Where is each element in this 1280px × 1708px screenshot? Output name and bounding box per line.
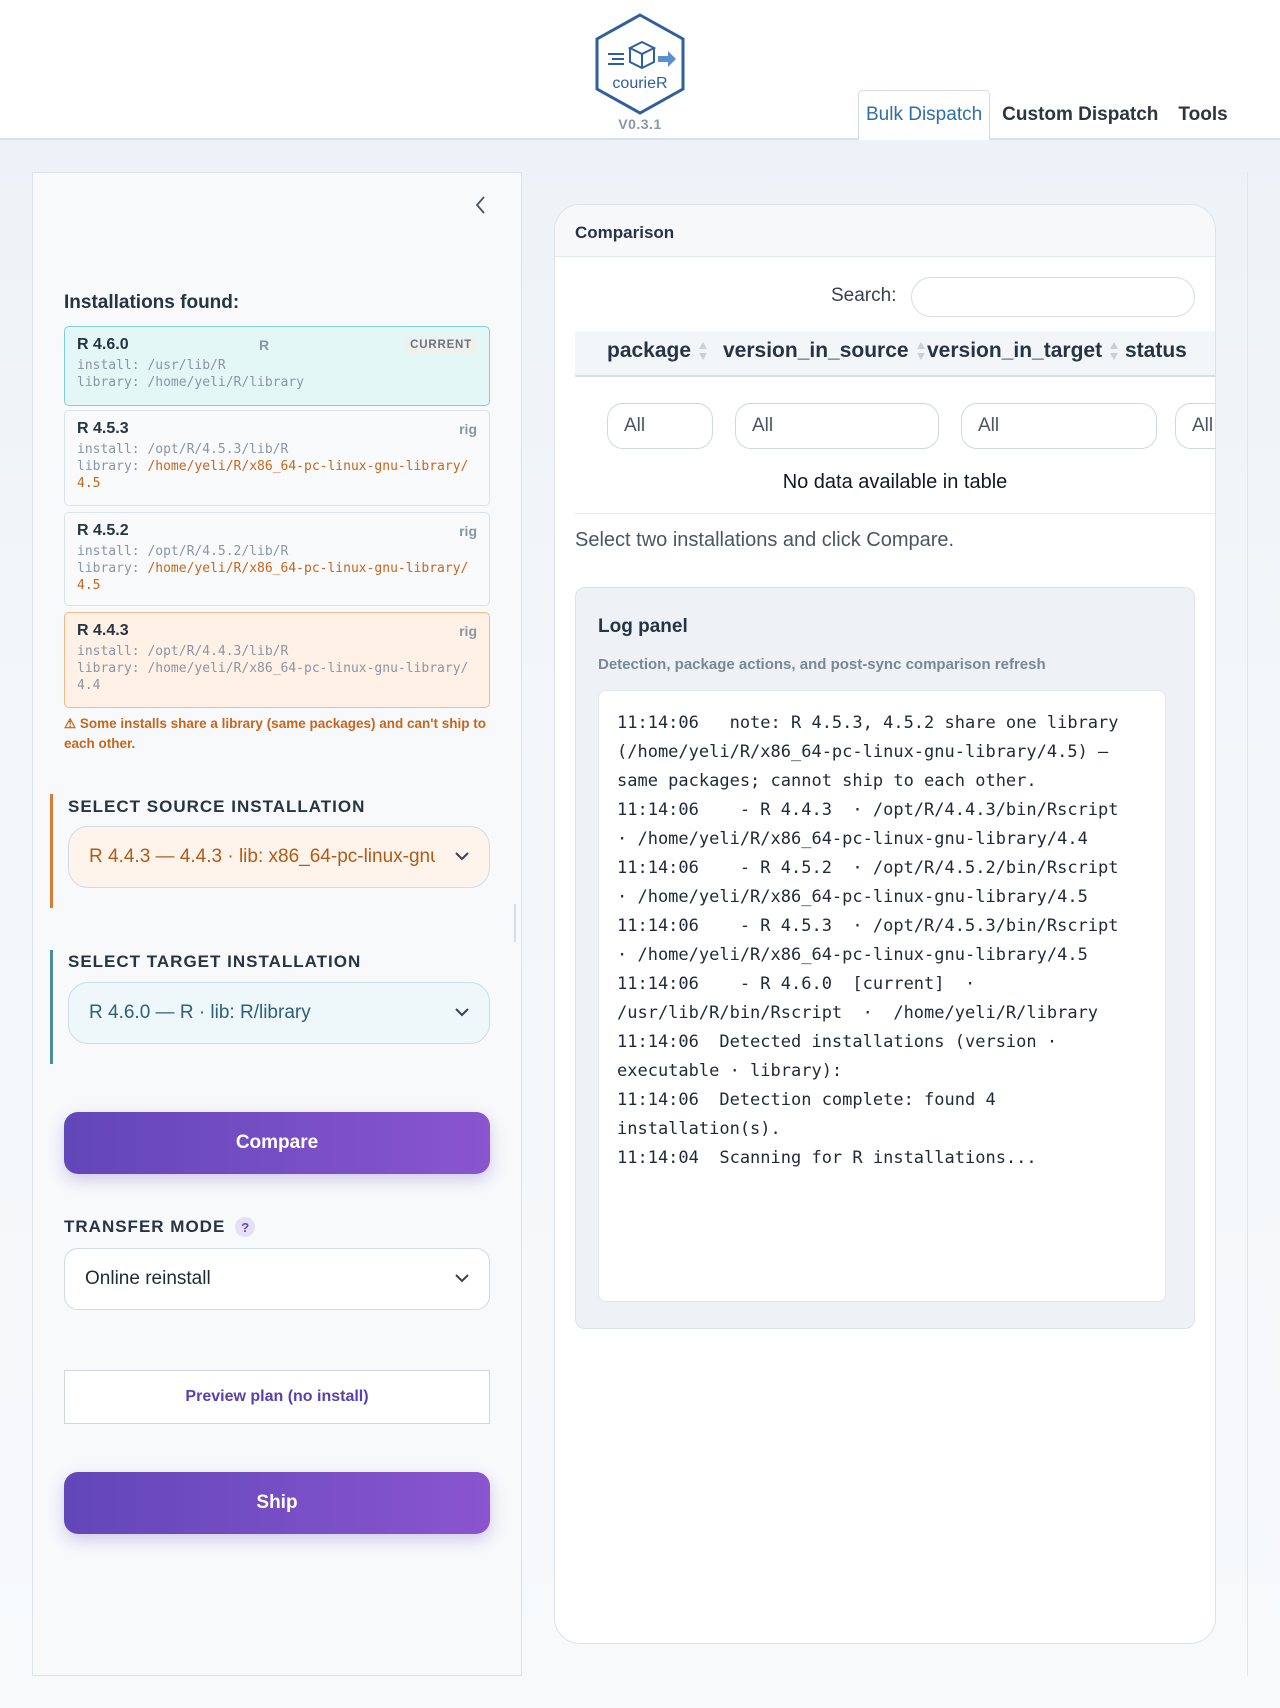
target-installation-label: SELECT TARGET INSTALLATION [68, 952, 362, 971]
ship-button[interactable]: Ship [64, 1472, 490, 1534]
transfer-mode-select[interactable]: Online reinstall [64, 1248, 490, 1310]
empty-table-message: No data available in table [782, 471, 1008, 493]
source-installation-label: SELECT SOURCE INSTALLATION [68, 797, 366, 816]
installation-library-path: library: /home/yeli/R/x86_64-pc-linux-gn… [77, 459, 469, 491]
chevron-down-icon [455, 852, 469, 861]
log-line: 11:14:06 - R 4.5.3 · /opt/R/4.5.3/bin/Rs… [617, 916, 1139, 965]
column-header-version-in-source[interactable]: version_in_source [723, 339, 926, 363]
app-version: V0.3.1 [618, 116, 662, 132]
log-line: 11:14:06 - R 4.6.0 [current] · /usr/lib/… [617, 974, 1099, 1023]
tab-tools[interactable]: Tools [1170, 90, 1235, 140]
chevron-down-icon [455, 1008, 469, 1017]
compare-hint: Select two installations and click Compa… [575, 529, 955, 551]
target-selected-value: R 4.6.0 — R · lib: R/library [89, 1002, 311, 1023]
log-line: 11:14:06 - R 4.4.3 · /opt/R/4.4.3/bin/Rs… [617, 800, 1139, 849]
logo-text: courieR [612, 75, 667, 92]
search-input[interactable] [911, 277, 1195, 317]
shared-library-warning: ⚠ Some installs share a library (same pa… [64, 716, 486, 751]
comparison-card-header: Comparison [555, 205, 1215, 257]
app-header: courieR V0.3.1 Bulk Dispatch Custom Disp… [0, 0, 1280, 140]
log-panel-title: Log panel [598, 616, 688, 637]
sidebar-resize-handle[interactable] [514, 904, 516, 942]
installation-library-path: library: /home/yeli/R/library [77, 375, 304, 390]
source-selected-value: R 4.4.3 — 4.4.3 · lib: x86_64-pc-linux-g… [89, 846, 435, 867]
source-accent-bar [50, 794, 53, 908]
courier-logo: courieR [595, 13, 685, 115]
column-header-package[interactable]: package [607, 339, 708, 363]
log-line: 11:14:06 note: R 4.5.3, 4.5.2 share one … [617, 713, 1129, 791]
help-icon[interactable]: ? [235, 1217, 256, 1237]
installation-card-r443[interactable]: R 4.4.3 rig install: /opt/R/4.4.3/lib/R … [64, 612, 490, 708]
installation-card-r452[interactable]: R 4.5.2 rig install: /opt/R/4.5.2/lib/R … [64, 512, 490, 606]
column-header-version-in-target[interactable]: version_in_target [927, 339, 1119, 363]
log-panel-subtitle: Detection, package actions, and post-syn… [598, 656, 1046, 673]
transfer-mode-text: TRANSFER MODE [64, 1217, 226, 1236]
filter-version-in-source[interactable]: All [735, 403, 939, 449]
target-accent-bar [50, 950, 53, 1064]
sort-icon [1110, 341, 1119, 361]
tab-custom-dispatch[interactable]: Custom Dispatch [994, 90, 1166, 140]
current-badge: CURRENT [405, 337, 477, 353]
column-header-status[interactable]: status [1125, 339, 1187, 363]
installation-library-path: library: /home/yeli/R/x86_64-pc-linux-gn… [77, 561, 469, 593]
comparison-card: Comparison Search: package version_in_so… [554, 204, 1216, 1644]
installation-name: R 4.5.3 [77, 420, 129, 437]
search-label: Search: [831, 285, 897, 306]
installation-kind: rig [459, 623, 477, 639]
log-line: 11:14:04 Scanning for R installations... [617, 1148, 1037, 1168]
installation-name: R 4.4.3 [77, 622, 129, 639]
table-divider [575, 513, 1215, 514]
installation-kind: rig [459, 421, 477, 437]
installation-tag: R [259, 337, 270, 353]
log-panel: Log panel Detection, package actions, an… [575, 587, 1195, 1329]
tab-bulk-dispatch[interactable]: Bulk Dispatch [858, 90, 991, 140]
sort-icon [916, 341, 926, 361]
main-tabs: Bulk Dispatch Custom Dispatch Tools [858, 90, 1240, 141]
installations-title: Installations found: [64, 292, 240, 313]
installation-install-path: install: /opt/R/4.5.2/lib/R [77, 544, 289, 559]
comparison-title: Comparison [575, 223, 675, 242]
transfer-mode-label: TRANSFER MODE ? [64, 1217, 256, 1237]
installation-library-path: library: /home/yeli/R/x86_64-pc-linux-gn… [77, 661, 469, 693]
installation-install-path: install: /opt/R/4.5.3/lib/R [77, 442, 289, 457]
compare-button[interactable]: Compare [64, 1112, 490, 1174]
log-line: 11:14:06 - R 4.5.2 · /opt/R/4.5.2/bin/Rs… [617, 858, 1139, 907]
installation-name: R 4.5.2 [77, 522, 129, 539]
preview-plan-button[interactable]: Preview plan (no install) [64, 1370, 490, 1424]
log-line: 11:14:06 Detected installations (version… [617, 1032, 1068, 1081]
installation-kind: rig [459, 523, 477, 539]
installation-install-path: install: /usr/lib/R [77, 358, 226, 373]
source-installation-select[interactable]: R 4.4.3 — 4.4.3 · lib: x86_64-pc-linux-g… [68, 826, 490, 888]
installation-card-r453[interactable]: R 4.5.3 rig install: /opt/R/4.5.3/lib/R … [64, 410, 490, 506]
sort-icon [699, 341, 708, 361]
target-installation-select[interactable]: R 4.6.0 — R · lib: R/library [68, 982, 490, 1044]
table-header: package version_in_source version_in_tar… [575, 331, 1215, 377]
log-line: 11:14:06 Detection complete: found 4 ins… [617, 1090, 1006, 1139]
log-output: 11:14:06 note: R 4.5.3, 4.5.2 share one … [598, 690, 1166, 1302]
chevron-down-icon [455, 1274, 469, 1283]
filter-version-in-target[interactable]: All [961, 403, 1157, 449]
installation-install-path: install: /opt/R/4.4.3/lib/R [77, 644, 289, 659]
installation-card-r460[interactable]: R 4.6.0 CURRENT R install: /usr/lib/R li… [64, 326, 490, 406]
collapse-sidebar-icon[interactable] [470, 190, 492, 220]
transfer-mode-value: Online reinstall [85, 1268, 211, 1289]
filter-package[interactable]: All [607, 403, 713, 449]
filter-status[interactable]: All [1175, 403, 1215, 449]
installation-name: R 4.6.0 [77, 336, 129, 353]
